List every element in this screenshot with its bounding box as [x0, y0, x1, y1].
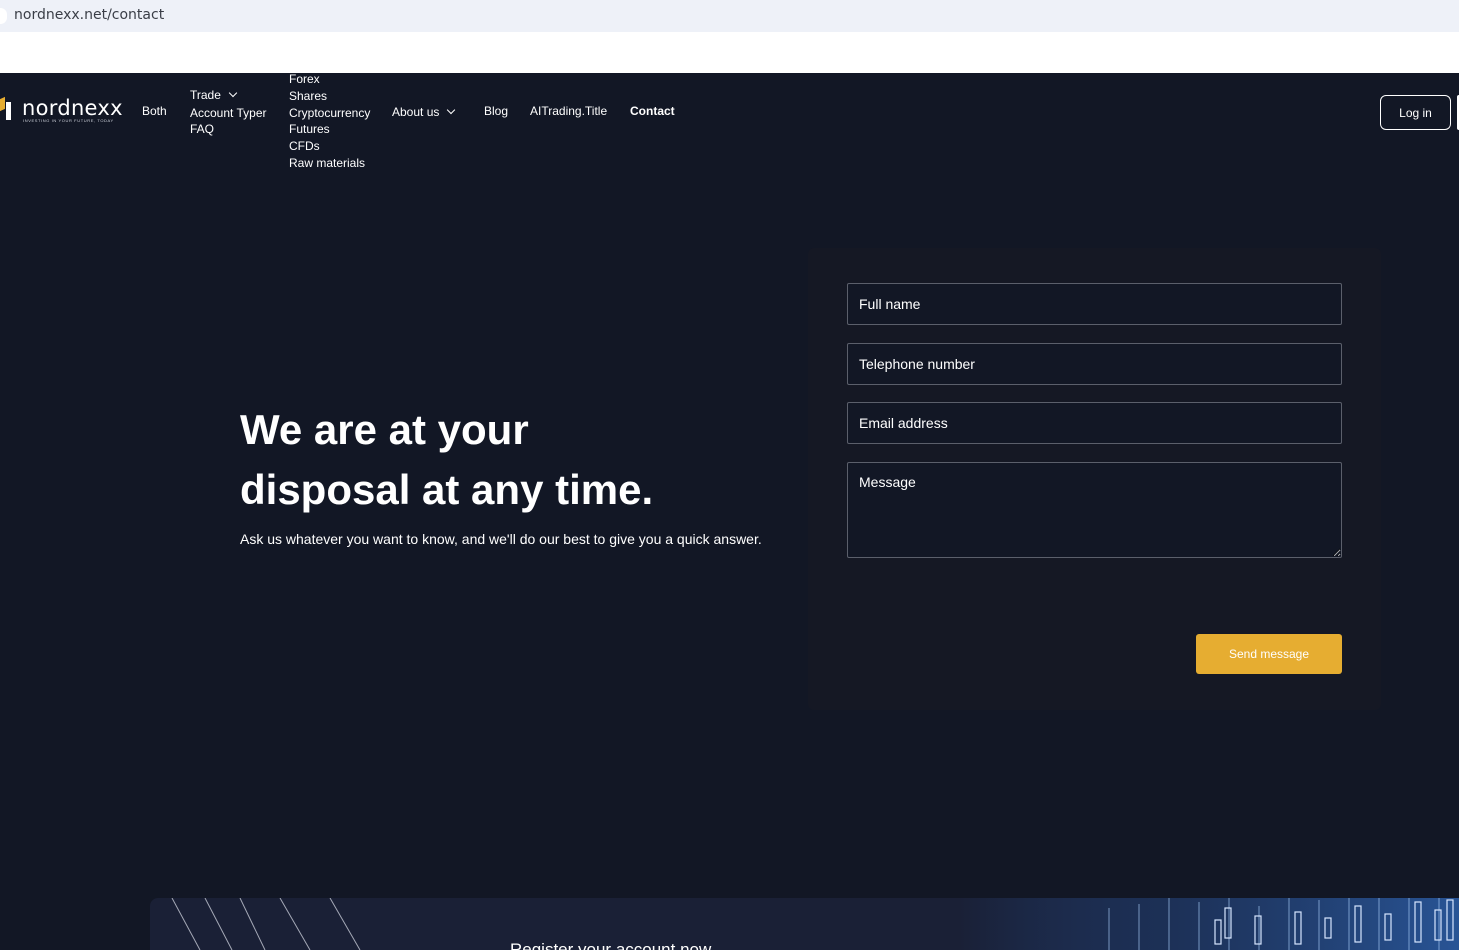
hero-title-line2: disposal at any time.: [240, 466, 654, 513]
message-textarea[interactable]: [847, 462, 1342, 558]
telephone-input[interactable]: [847, 343, 1342, 385]
nav-about-us-label: About us: [392, 105, 440, 119]
nav-about-us[interactable]: About us: [392, 105, 456, 119]
menu-item-shares[interactable]: Shares: [289, 89, 327, 103]
logo-mark-icon: [0, 96, 14, 120]
nav-contact[interactable]: Contact: [630, 104, 675, 118]
banner-text: Register your account now: [510, 940, 712, 950]
url-text[interactable]: nordnexx.net/contact: [14, 7, 164, 23]
chevron-down-icon: [228, 88, 238, 98]
brand-logo[interactable]: nordnexx INVESTING IN YOUR FUTURE, TODAY: [0, 96, 125, 126]
site-info-icon[interactable]: [0, 8, 7, 24]
hero-subtitle: Ask us whatever you want to know, and we…: [240, 531, 762, 547]
login-button[interactable]: Log in: [1380, 95, 1451, 130]
logo-tagline: INVESTING IN YOUR FUTURE, TODAY: [23, 118, 114, 123]
menu-item-forex[interactable]: Forex: [289, 72, 320, 86]
logo-name: nordnexx: [22, 96, 123, 120]
email-input[interactable]: [847, 402, 1342, 444]
browser-address-bar[interactable]: nordnexx.net/contact: [0, 0, 1459, 32]
menu-item-cfds[interactable]: CFDs: [289, 139, 320, 153]
nav-faq[interactable]: FAQ: [190, 122, 214, 136]
nav-blog[interactable]: Blog: [484, 104, 508, 118]
menu-item-raw-materials[interactable]: Raw materials: [289, 156, 365, 170]
menu-item-futures[interactable]: Futures: [289, 122, 330, 136]
chevron-down-icon: [447, 105, 456, 115]
hero-title: We are at your disposal at any time.: [240, 400, 780, 520]
nav-trade-label: Trade: [190, 88, 221, 102]
send-message-button[interactable]: Send message: [1196, 634, 1342, 674]
register-banner: Register your account now: [150, 898, 1459, 950]
blank-strip: [0, 32, 1459, 73]
full-name-input[interactable]: [847, 283, 1342, 325]
banner-lines-decoration: [171, 898, 361, 950]
chart-decoration-icon: [959, 898, 1459, 950]
hero-title-line1: We are at your: [240, 406, 529, 453]
nav-trade[interactable]: Trade: [190, 88, 238, 102]
nav-aitrading[interactable]: AITrading.Title: [530, 104, 607, 118]
nav-account-typer[interactable]: Account Typer: [190, 106, 267, 120]
menu-item-cryptocurrency[interactable]: Cryptocurrency: [289, 106, 370, 120]
nav-both[interactable]: Both: [142, 104, 167, 118]
